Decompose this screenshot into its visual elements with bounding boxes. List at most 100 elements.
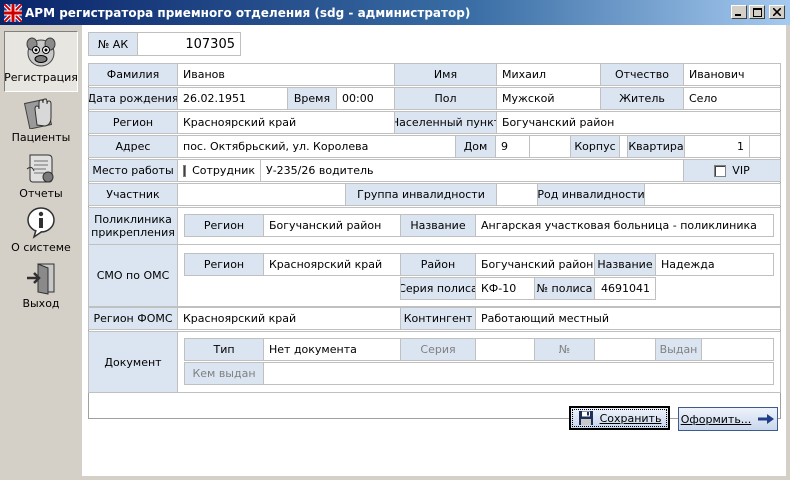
document-number-label: №	[534, 338, 595, 361]
document-issued-field[interactable]	[701, 338, 774, 361]
resident-label: Житель	[600, 87, 684, 110]
workplace-field[interactable]: У-235/26 водитель	[260, 159, 684, 182]
employee-checkbox-label: Сотрудник	[192, 164, 255, 177]
participant-field[interactable]	[177, 183, 346, 206]
document-type-select[interactable]: Нет документа	[263, 338, 401, 361]
name-field[interactable]: Михаил	[496, 63, 601, 86]
minimize-icon	[735, 14, 741, 16]
house-field[interactable]: 9	[495, 135, 530, 158]
document-issued-by-label: Кем выдан	[184, 362, 264, 385]
registration-face-icon	[26, 37, 56, 67]
document-series-field[interactable]	[475, 338, 535, 361]
patronymic-label: Отчество	[600, 63, 684, 86]
foms-region-field[interactable]: Красноярский край	[177, 307, 401, 330]
birth-date-field[interactable]: 26.02.1951	[177, 87, 288, 110]
registration-form: № АК 107305 Фамилия Иванов Имя Михаил От…	[82, 25, 786, 476]
settlement-field[interactable]: Богучанский район	[496, 111, 781, 134]
name-label: Имя	[394, 63, 497, 86]
time-label: Время	[287, 87, 337, 110]
clinic-name-label: Название	[400, 214, 476, 237]
vip-checkbox-cell[interactable]: VIP	[683, 159, 781, 182]
resident-select[interactable]: Село	[683, 87, 781, 110]
document-issued-label: Выдан	[655, 338, 702, 361]
info-icon	[27, 207, 55, 239]
smo-district-field[interactable]: Богучанский район	[475, 253, 595, 276]
region-field[interactable]: Красноярский край	[177, 111, 395, 134]
disability-kind-field[interactable]	[644, 183, 781, 206]
vip-label: VIP	[732, 164, 750, 177]
sidebar-item-about[interactable]: О системе	[4, 205, 78, 257]
sidebar-item-label: Регистрация	[4, 71, 78, 84]
surname-field[interactable]: Иванов	[177, 63, 395, 86]
minimize-button[interactable]	[731, 5, 747, 19]
document-number-field[interactable]	[594, 338, 656, 361]
sidebar-item-exit[interactable]: Выход	[4, 261, 78, 315]
policy-number-field[interactable]: 4691041	[594, 277, 656, 300]
patients-hand-icon	[23, 98, 53, 129]
exit-door-icon	[27, 263, 55, 295]
region-label: Регион	[88, 111, 178, 134]
settlement-label: Населенный пункт	[394, 111, 497, 134]
save-button[interactable]: Сохранить	[569, 406, 670, 430]
clinic-region-field[interactable]: Богучанский район	[263, 214, 401, 237]
sidebar: Регистрация Пациенты Отчеты О системе Вы…	[0, 25, 82, 480]
patronymic-field[interactable]: Иванович	[683, 63, 781, 86]
employee-checkbox[interactable]	[183, 164, 187, 177]
contingent-field[interactable]: Работающий местный	[475, 307, 781, 330]
smo-name-field[interactable]: Надежда	[655, 253, 774, 276]
title-bar: АРМ регистратора приемного отделения (sd…	[0, 0, 790, 25]
sidebar-item-label: О системе	[11, 241, 71, 254]
policy-series-field[interactable]: КФ-10	[475, 277, 535, 300]
sex-select[interactable]: Мужской	[496, 87, 601, 110]
sidebar-item-registration[interactable]: Регистрация	[4, 31, 78, 92]
apartment-label: Квартира	[627, 135, 685, 158]
time-field[interactable]: 00:00	[336, 87, 395, 110]
process-button[interactable]: Оформить...	[678, 407, 778, 431]
save-button-label: Сохранить	[599, 411, 662, 425]
sidebar-item-label: Выход	[22, 297, 60, 310]
document-label: Документ	[88, 331, 178, 393]
disability-group-field[interactable]	[496, 183, 538, 206]
clinic-label: Поликлиника прикрепления	[88, 207, 178, 245]
smo-name-label: Название	[594, 253, 656, 276]
workplace-label: Место работы	[88, 159, 178, 182]
floppy-disk-icon	[578, 411, 593, 425]
apartment-field[interactable]: 1	[684, 135, 750, 158]
apartment-extra-field[interactable]	[749, 135, 781, 158]
contingent-label: Контингент	[400, 307, 476, 330]
sidebar-item-reports[interactable]: Отчеты	[4, 151, 78, 203]
window-title: АРМ регистратора приемного отделения (sd…	[25, 5, 471, 20]
app-flag-icon	[4, 3, 22, 22]
close-button[interactable]	[769, 5, 785, 19]
policy-series-label: Серия полиса	[400, 277, 476, 300]
maximize-button[interactable]	[749, 5, 765, 19]
ak-label: № АК	[88, 32, 138, 56]
window-controls	[731, 5, 785, 19]
ak-number-field[interactable]: 107305	[137, 32, 241, 56]
document-issued-by-field[interactable]	[263, 362, 774, 385]
reports-scroll-icon	[26, 154, 54, 183]
sidebar-item-patients[interactable]: Пациенты	[4, 95, 78, 149]
process-button-label: Оформить...	[680, 412, 752, 426]
smo-label: СМО по ОМС	[88, 244, 178, 307]
disability-kind-label: Род инвалидности	[537, 183, 645, 206]
foms-region-label: Регион ФОМС	[88, 307, 178, 330]
maximize-icon	[752, 7, 762, 17]
sex-label: Пол	[394, 87, 497, 110]
smo-district-label: Район	[400, 253, 476, 276]
address-field[interactable]: пос. Октябрьский, ул. Королева	[177, 135, 456, 158]
arrow-right-icon	[758, 414, 775, 424]
address-label: Адрес	[88, 135, 178, 158]
birth-date-label: Дата рождения	[88, 87, 178, 110]
house-extra-field[interactable]	[529, 135, 571, 158]
disability-group-label: Группа инвалидности	[345, 183, 497, 206]
clinic-name-field[interactable]: Ангарская участковая больница - поликлин…	[475, 214, 774, 237]
document-type-label: Тип	[184, 338, 264, 361]
smo-region-label: Регион	[184, 253, 264, 276]
vip-checkbox[interactable]	[714, 164, 727, 177]
employee-checkbox-cell[interactable]: Сотрудник	[177, 159, 261, 182]
smo-region-field[interactable]: Красноярский край	[263, 253, 401, 276]
house-label: Дом	[455, 135, 496, 158]
surname-label: Фамилия	[88, 63, 178, 86]
close-icon	[773, 8, 781, 16]
